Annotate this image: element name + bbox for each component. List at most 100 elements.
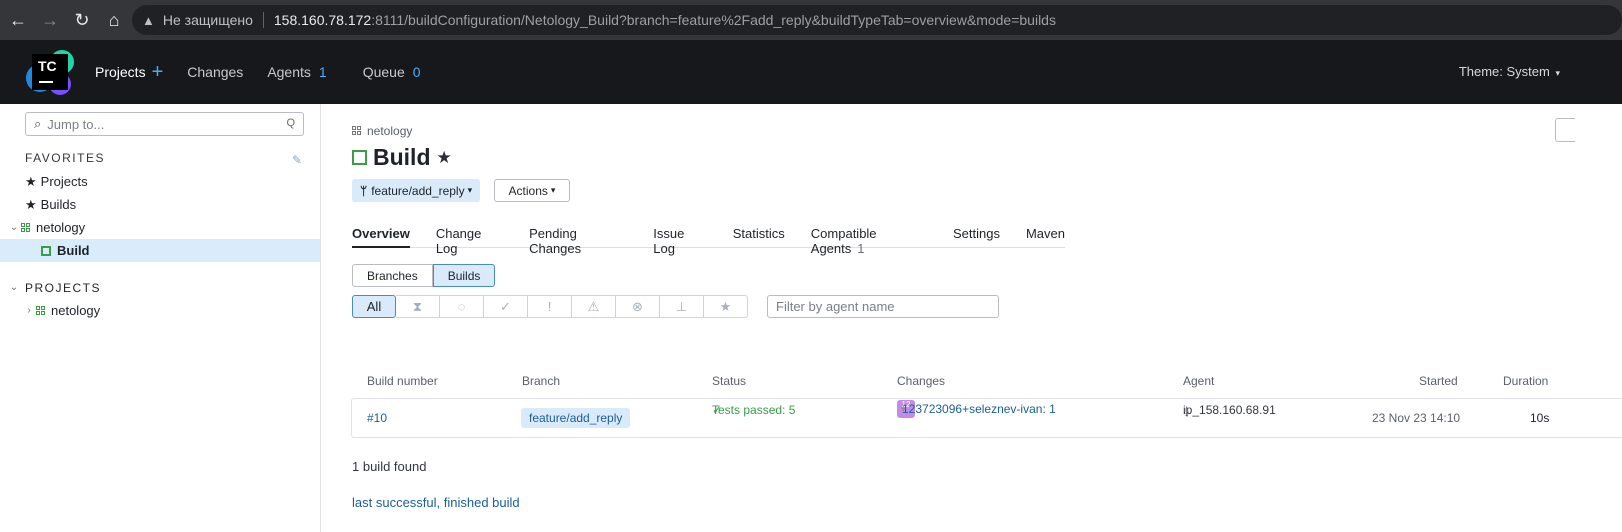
actions-label: Actions bbox=[508, 183, 548, 198]
app-header: TC Projects + Changes Agents 1 Queue 0 T… bbox=[0, 40, 1622, 104]
tab-label: Maven bbox=[1025, 226, 1065, 241]
branches-toggle[interactable]: Branches bbox=[352, 264, 433, 287]
home-icon[interactable]: ⌂ bbox=[100, 6, 128, 34]
filter-canceled-icon[interactable]: ⊗ bbox=[616, 295, 660, 318]
logo-tile: TC bbox=[32, 54, 68, 90]
nav-agents[interactable]: Agents 1 bbox=[267, 64, 326, 80]
branch-badge[interactable]: feature/add_reply bbox=[521, 408, 631, 428]
add-project-icon[interactable]: + bbox=[152, 62, 164, 82]
logo-bar bbox=[39, 81, 53, 83]
builds-found: 1 build found bbox=[352, 459, 427, 474]
sidebar-item-label: Projects bbox=[40, 174, 88, 189]
filter-warning-icon[interactable]: ⚠ bbox=[572, 295, 616, 318]
breadcrumb[interactable]: netology bbox=[352, 124, 412, 138]
last-successful-link[interactable]: last successful, finished build bbox=[352, 495, 520, 510]
build-number-link[interactable]: #10 bbox=[367, 411, 387, 425]
agent-name[interactable]: ip_158.160.68.91 bbox=[1183, 403, 1276, 417]
tab-label: Compatible Agents bbox=[810, 226, 877, 256]
sidebar-item-netology[interactable]: ⌄ netology bbox=[0, 216, 320, 239]
chevron-down-icon[interactable]: ⌄ bbox=[7, 222, 21, 233]
projects-heading: PROJECTS bbox=[25, 280, 102, 295]
nav-projects-label: Projects bbox=[95, 64, 146, 80]
tab-label: Pending Changes bbox=[529, 226, 582, 256]
tab-issue-log[interactable]: Issue Log bbox=[653, 214, 707, 256]
star-icon[interactable]: ★ bbox=[437, 148, 452, 168]
col-agent[interactable]: Agent bbox=[1183, 374, 1214, 388]
nav-changes[interactable]: Changes bbox=[187, 64, 243, 80]
filter-starred-icon[interactable]: ★ bbox=[704, 295, 748, 318]
branch-icon: ᛘ bbox=[360, 183, 368, 198]
filter-pinned-icon[interactable]: ⊥ bbox=[660, 295, 704, 318]
url-path: :8111/buildConfiguration/Netology_Build?… bbox=[371, 12, 1056, 28]
agent-filter-placeholder: Filter by agent name bbox=[776, 299, 895, 314]
edit-icon[interactable]: ✎ bbox=[292, 153, 302, 167]
tab-overview[interactable]: Overview bbox=[352, 214, 410, 248]
duration-value: 10s bbox=[1530, 411, 1550, 425]
changes-link[interactable]: 123723096+seleznev-ivan: 1 bbox=[902, 402, 1056, 416]
side-panel-toggle[interactable] bbox=[1555, 118, 1575, 142]
config-tabs: Overview Change Log Pending Changes Issu… bbox=[352, 214, 1065, 256]
chevron-down-icon[interactable]: ⌄ bbox=[7, 282, 21, 293]
status-filter: All ⧗ ◌ ✓ ! ⚠ ⊗ ⊥ ★ bbox=[352, 295, 748, 318]
filter-failed-icon[interactable]: ! bbox=[528, 295, 572, 318]
sidebar-item-build[interactable]: Build bbox=[0, 239, 320, 262]
agent-filter-input[interactable]: Filter by agent name bbox=[767, 295, 999, 318]
view-mode-toggle: Branches Builds bbox=[352, 264, 496, 287]
tab-settings[interactable]: Settings bbox=[953, 214, 1000, 247]
chevron-down-icon[interactable]: ▾ bbox=[901, 404, 906, 415]
forward-icon[interactable]: → bbox=[36, 6, 64, 34]
theme-switcher[interactable]: Theme: System ▾ bbox=[1459, 64, 1560, 79]
col-started[interactable]: Started bbox=[1419, 374, 1458, 388]
tab-label: Overview bbox=[352, 226, 410, 241]
project-icon bbox=[21, 222, 31, 233]
projects-heading-row[interactable]: ⌄ PROJECTS bbox=[0, 276, 320, 299]
breadcrumb-project[interactable]: netology bbox=[367, 124, 412, 138]
filter-success-icon[interactable]: ✓ bbox=[484, 295, 528, 318]
back-icon[interactable]: ← bbox=[4, 6, 32, 34]
teamcity-logo[interactable]: TC bbox=[26, 48, 74, 96]
status-text: Tests passed: 5 bbox=[712, 403, 796, 417]
tab-maven[interactable]: Maven bbox=[1026, 214, 1065, 247]
jump-to-search[interactable]: ⌕ Jump to... Q bbox=[25, 112, 304, 136]
builds-toggle[interactable]: Builds bbox=[432, 264, 496, 287]
sidebar-item-fav-builds[interactable]: ★ Builds bbox=[0, 193, 320, 216]
actions-button[interactable]: Actions ▾ bbox=[494, 179, 570, 202]
tab-pending-changes[interactable]: Pending Changes bbox=[529, 214, 627, 256]
sidebar-item-label: netology bbox=[51, 303, 101, 318]
queue-count: 0 bbox=[412, 64, 421, 80]
search-placeholder: Jump to... bbox=[47, 116, 105, 132]
nav-queue[interactable]: Queue 0 bbox=[363, 64, 421, 80]
build-config-icon bbox=[41, 245, 51, 256]
reload-icon[interactable]: ↻ bbox=[68, 6, 96, 34]
col-changes[interactable]: Changes bbox=[897, 374, 945, 388]
col-build-number[interactable]: Build number bbox=[367, 374, 438, 388]
favorites-heading: FAVORITES bbox=[25, 151, 105, 165]
tab-compatible-agents[interactable]: Compatible Agents 1 bbox=[811, 214, 927, 256]
branch-selector[interactable]: ᛘ feature/add_reply ▾ bbox=[352, 179, 481, 202]
divider bbox=[262, 12, 264, 28]
filter-all[interactable]: All bbox=[352, 295, 396, 318]
filter-running-icon[interactable]: ◌ bbox=[440, 295, 484, 318]
sidebar-item-projects-netology[interactable]: › netology bbox=[0, 299, 320, 322]
col-branch[interactable]: Branch bbox=[522, 374, 560, 388]
chevron-right-icon[interactable]: › bbox=[22, 305, 36, 316]
tab-change-log[interactable]: Change Log bbox=[436, 214, 503, 256]
col-duration[interactable]: Duration bbox=[1503, 374, 1548, 388]
tab-label: Change Log bbox=[435, 226, 482, 256]
tab-label: Issue Log bbox=[653, 226, 685, 256]
address-bar[interactable]: ▲ Не защищено 158.160.78.172 :8111/build… bbox=[132, 5, 1622, 35]
filter-queued-icon[interactable]: ⧗ bbox=[396, 295, 440, 318]
started-time: 23 Nov 23 14:10 bbox=[1372, 411, 1461, 425]
nav-agents-label: Agents bbox=[267, 64, 311, 80]
tab-statistics[interactable]: Statistics bbox=[733, 214, 785, 247]
tab-label: Statistics bbox=[732, 226, 785, 241]
nav-queue-label: Queue bbox=[362, 64, 405, 80]
table-row[interactable]: #10 feature/add_reply ✓ Tests passed: 5 … bbox=[351, 398, 1622, 438]
sidebar: ⌕ Jump to... Q FAVORITES ✎ ★ Projects ★ … bbox=[0, 104, 321, 532]
page-title-row: Build ★ bbox=[352, 144, 452, 171]
col-status[interactable]: Status bbox=[712, 374, 746, 388]
sidebar-item-label: Build bbox=[57, 243, 90, 258]
warning-icon: ▲ bbox=[142, 12, 155, 28]
nav-projects[interactable]: Projects + bbox=[95, 62, 163, 82]
sidebar-item-fav-projects[interactable]: ★ Projects bbox=[0, 170, 320, 193]
